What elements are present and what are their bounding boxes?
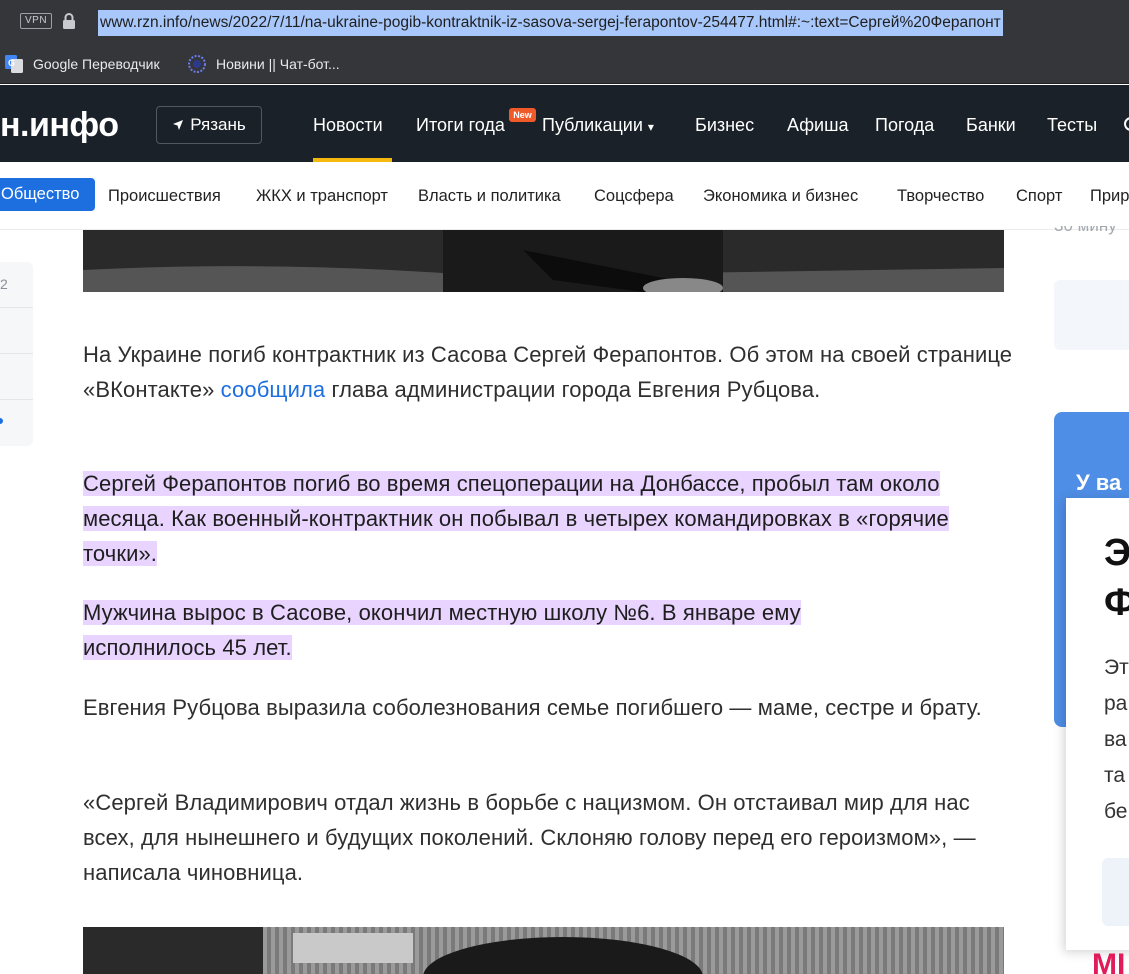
popup-title-line-1: Э xyxy=(1104,532,1129,574)
promo-text: У ва xyxy=(1076,470,1122,495)
subnav-politics[interactable]: Власть и политика xyxy=(418,186,561,206)
article-paragraph-3: Мужчина вырос в Сасове, окончил местную … xyxy=(83,595,923,665)
bookmark-news-chatbot[interactable]: Новини || Чат-бот... xyxy=(188,53,340,75)
subnav-incidents[interactable]: Происшествия xyxy=(108,186,221,206)
article-paragraph-2: Сергей Ферапонтов погиб во время спецопе… xyxy=(83,466,998,571)
corner-logo: МІ xyxy=(1092,948,1126,974)
highlighted-text: Мужчина вырос в Сасове, окончил местную … xyxy=(83,600,801,660)
divider xyxy=(0,353,33,354)
highlighted-text: Сергей Ферапонтов погиб во время спецопе… xyxy=(83,471,949,566)
left-side-panel: 2 xyxy=(0,262,33,446)
subnav-society[interactable]: Общество xyxy=(0,178,95,211)
svg-text:G: G xyxy=(8,58,15,68)
nav-weather[interactable]: Погода xyxy=(875,113,934,137)
category-subnav: Общество Происшествия ЖКХ и транспорт Вл… xyxy=(0,162,1129,230)
popup-title-line-2: Ф xyxy=(1104,582,1129,624)
nav-business[interactable]: Бизнес xyxy=(695,113,754,137)
nav-afisha[interactable]: Афиша xyxy=(787,113,849,137)
new-badge: New xyxy=(509,108,536,122)
divider xyxy=(0,399,33,400)
popup-text: та xyxy=(1104,764,1126,787)
vpn-badge[interactable]: VPN xyxy=(20,13,53,29)
location-arrow-icon xyxy=(173,120,184,130)
bookmark-label: Новини || Чат-бот... xyxy=(216,56,340,72)
popup-text: Эт xyxy=(1104,656,1129,679)
chevron-down-icon: ▾ xyxy=(647,120,654,134)
url-field[interactable]: www.rzn.info/news/2022/7/11/na-ukraine-p… xyxy=(98,10,1003,36)
nav-banks[interactable]: Банки xyxy=(966,113,1016,137)
subnav-social[interactable]: Соцсфера xyxy=(594,186,674,206)
city-label: Рязань xyxy=(190,115,246,134)
browser-address-bar: VPN www.rzn.info/news/2022/7/11/na-ukrai… xyxy=(0,0,1129,44)
article-photo-bottom xyxy=(83,927,1004,974)
nav-publications[interactable]: Публикации ▾ xyxy=(542,113,654,139)
subnav-housing-transport[interactable]: ЖКХ и транспорт xyxy=(256,186,388,206)
divider xyxy=(0,307,33,308)
nav-publications-label: Публикации xyxy=(542,115,643,135)
vk-source-link[interactable]: сообщила xyxy=(221,377,326,402)
article-paragraph-1: На Украине погиб контрактник из Сасова С… xyxy=(83,337,1013,407)
google-translate-icon: G xyxy=(5,55,23,73)
site-header: н.инфо Рязань Новости Итоги года Публика… xyxy=(0,85,1129,162)
subnav-sport[interactable]: Спорт xyxy=(1016,186,1062,206)
p1-text-b: глава администрации города Евгения Рубцо… xyxy=(325,377,821,402)
popup-dialog: Э Ф Эт ра ва та бе xyxy=(1066,498,1129,950)
left-panel-number: 2 xyxy=(0,276,8,292)
subnav-creativity[interactable]: Творчество xyxy=(897,186,984,206)
popup-text: ра xyxy=(1104,692,1128,715)
article-paragraph-4: Евгения Рубцова выразила соболезнования … xyxy=(83,695,982,720)
nav-news[interactable]: Новости xyxy=(313,113,383,137)
nav-tests[interactable]: Тесты xyxy=(1047,113,1097,137)
popup-text: ва xyxy=(1104,728,1127,751)
bookmark-google-translate[interactable]: G Google Переводчик xyxy=(5,53,160,75)
popup-text: бе xyxy=(1104,800,1128,823)
article-photo-top xyxy=(83,230,1004,292)
bookmarks-bar: G Google Переводчик Новини || Чат-бот... xyxy=(0,44,1129,84)
popup-button[interactable] xyxy=(1102,858,1129,926)
nav-year-results[interactable]: Итоги года xyxy=(416,113,505,137)
subnav-economy[interactable]: Экономика и бизнес xyxy=(703,186,858,206)
subnav-nature[interactable]: Прир xyxy=(1090,186,1129,206)
ukraine-emblem-icon xyxy=(188,55,206,73)
sidebar-card[interactable] xyxy=(1054,280,1129,350)
article-quote: «Сергей Владимирович отдал жизнь в борьб… xyxy=(83,790,976,885)
city-selector-button[interactable]: Рязань xyxy=(156,106,262,144)
lock-icon[interactable] xyxy=(60,11,78,31)
site-logo[interactable]: н.инфо xyxy=(0,105,119,145)
left-panel-dot xyxy=(0,418,3,424)
search-icon[interactable] xyxy=(1122,115,1129,135)
bookmark-label: Google Переводчик xyxy=(33,56,160,72)
